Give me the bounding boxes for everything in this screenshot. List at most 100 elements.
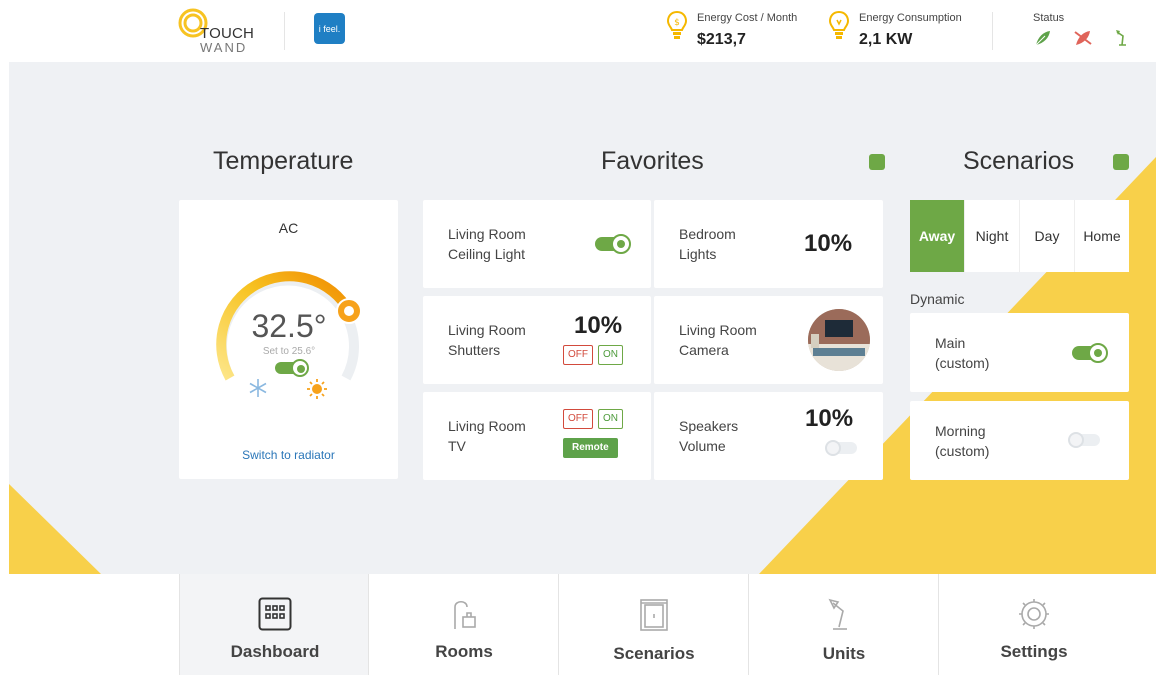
favorite-name-line1: Bedroom <box>679 226 736 242</box>
nav-units[interactable]: Units <box>749 574 939 675</box>
scenario-name: Main (custom) <box>935 333 989 373</box>
dashboard-icon <box>258 597 292 631</box>
favorite-name: Speakers Volume <box>679 416 738 456</box>
shutters-off-button[interactable]: OFF <box>563 345 593 365</box>
speakers-toggle[interactable] <box>825 440 857 456</box>
ac-mode-label: AC <box>278 220 299 236</box>
scenario-card-morning[interactable]: Morning (custom) <box>910 401 1129 480</box>
favorite-name-line2: Camera <box>679 342 729 358</box>
tv-on-button[interactable]: ON <box>598 409 623 429</box>
energy-consumption-label: Energy Consumption <box>859 12 962 24</box>
scenario-name: Morning (custom) <box>935 421 989 461</box>
nav-units-label: Units <box>822 644 866 663</box>
edit-scenarios-icon[interactable] <box>1113 154 1129 170</box>
lamp-icon[interactable] <box>1113 28 1133 48</box>
ifeel-logo: i feel. <box>314 13 345 44</box>
scenario-tab-home[interactable]: Home <box>1074 200 1129 272</box>
bottom-navigation: Dashboard Rooms Scenarios Units Settings <box>0 574 1156 675</box>
nav-scenarios[interactable]: Scenarios <box>559 574 749 675</box>
energy-cost-stat: $ Energy Cost / Month $213,7 <box>666 8 816 54</box>
favorite-name: Living Room Shutters <box>448 320 526 360</box>
switch-to-radiator-link[interactable]: Switch to radiator <box>179 448 398 462</box>
favorite-name: Bedroom Lights <box>679 224 736 264</box>
favorite-name-line1: Living Room <box>679 322 757 338</box>
sun-icon[interactable] <box>306 378 328 400</box>
camera-thumbnail[interactable] <box>807 308 871 372</box>
favorites-title: Favorites <box>601 147 704 175</box>
tv-remote-button[interactable]: Remote <box>563 438 618 458</box>
favorite-name-line1: Living Room <box>448 418 526 434</box>
set-temperature: Set to 25.6° <box>262 346 316 357</box>
header-divider <box>992 12 993 50</box>
current-temperature: 32.5° <box>251 308 327 344</box>
favorite-name-line2: Volume <box>679 438 726 454</box>
rooms-icon <box>454 600 476 629</box>
shutters-on-button[interactable]: ON <box>598 345 623 365</box>
favorite-name: Living Room TV <box>448 416 526 456</box>
favorite-card-shutters[interactable]: Living Room Shutters 10% OFF ON <box>423 296 651 384</box>
svg-text:$: $ <box>674 18 680 28</box>
bedroom-lights-level: 10% <box>804 230 853 257</box>
scenario-tab-away[interactable]: Away <box>910 200 964 272</box>
settings-gear-icon <box>1019 599 1049 629</box>
dynamic-label: Dynamic <box>910 291 965 307</box>
scenario-name-line1: Main <box>935 335 966 351</box>
scenario-name-line1: Morning <box>935 423 986 439</box>
favorite-card-camera[interactable]: Living Room Camera <box>654 296 883 384</box>
energy-consumption-stat: Energy Consumption 2,1 KW <box>828 8 978 54</box>
temperature-title: Temperature <box>213 147 354 175</box>
scenario-name-line2: (custom) <box>935 443 990 459</box>
scenario-tab-day[interactable]: Day <box>1019 200 1074 272</box>
energy-consumption-value: 2,1 KW <box>859 31 913 48</box>
favorite-name: Living Room Camera <box>679 320 757 360</box>
favorite-name-line2: TV <box>448 438 466 454</box>
scenarios-icon <box>640 599 668 631</box>
scenario-name-line2: (custom) <box>935 355 990 371</box>
ac-power-toggle[interactable] <box>275 359 309 377</box>
scenarios-title: Scenarios <box>963 147 1075 175</box>
logo-text-wand: WAND <box>200 40 248 55</box>
speakers-volume-level: 10% <box>805 405 854 432</box>
top-header: TOUCH WAND i feel. $ Energy Cost / Month… <box>0 0 1156 62</box>
favorite-name: Living Room Ceiling Light <box>448 224 526 264</box>
nav-settings-label: Settings <box>1000 642 1068 661</box>
leaf-crossed-icon[interactable] <box>1073 28 1093 48</box>
leaf-icon[interactable] <box>1033 28 1053 48</box>
temperature-card: AC 32.5° Set to 25.6° Switch to radiator <box>179 200 398 479</box>
favorite-name-line2: Lights <box>679 246 717 262</box>
favorite-name-line1: Living Room <box>448 226 526 242</box>
energy-cost-value: $213,7 <box>697 31 746 48</box>
touchwand-logo: TOUCH WAND <box>178 8 258 55</box>
favorite-card-bedroom-lights[interactable]: Bedroom Lights 10% <box>654 200 883 288</box>
scenario-card-main[interactable]: Main (custom) <box>910 313 1129 392</box>
morning-scenario-toggle[interactable] <box>1068 432 1100 448</box>
scenario-tabs: Away Night Day Home <box>910 200 1129 272</box>
nav-settings[interactable]: Settings <box>939 574 1129 675</box>
dashboard-main: Temperature AC 32.5° Set to 25.6° Switch… <box>9 62 1156 574</box>
nav-scenarios-label: Scenarios <box>613 644 695 663</box>
favorite-name-line2: Ceiling Light <box>448 246 526 262</box>
energy-cost-label: Energy Cost / Month <box>697 12 798 24</box>
favorite-name-line2: Shutters <box>448 342 501 358</box>
tv-off-button[interactable]: OFF <box>563 409 593 429</box>
units-lamp-icon <box>828 598 847 630</box>
nav-dashboard[interactable]: Dashboard <box>179 574 369 675</box>
favorite-name-line1: Living Room <box>448 322 526 338</box>
scenario-tab-night[interactable]: Night <box>964 200 1019 272</box>
header-divider <box>284 12 285 50</box>
nav-rooms-label: Rooms <box>435 642 493 661</box>
lightbulb-dollar-icon: $ <box>666 10 688 39</box>
favorite-card-ceiling-light[interactable]: Living Room Ceiling Light <box>423 200 651 288</box>
nav-dashboard-label: Dashboard <box>230 642 320 661</box>
snowflake-icon[interactable] <box>248 378 268 398</box>
favorite-card-speakers[interactable]: Speakers Volume 10% <box>654 392 883 480</box>
edit-favorites-icon[interactable] <box>869 154 885 170</box>
main-scenario-toggle[interactable] <box>1072 343 1108 363</box>
favorite-card-tv[interactable]: Living Room TV OFF ON Remote <box>423 392 651 480</box>
nav-rooms[interactable]: Rooms <box>369 574 559 675</box>
favorite-name-line1: Speakers <box>679 418 739 434</box>
lightbulb-icon <box>828 10 850 39</box>
ceiling-light-toggle[interactable] <box>595 234 631 254</box>
status-label: Status <box>1033 12 1065 24</box>
shutters-level: 10% <box>574 312 623 339</box>
